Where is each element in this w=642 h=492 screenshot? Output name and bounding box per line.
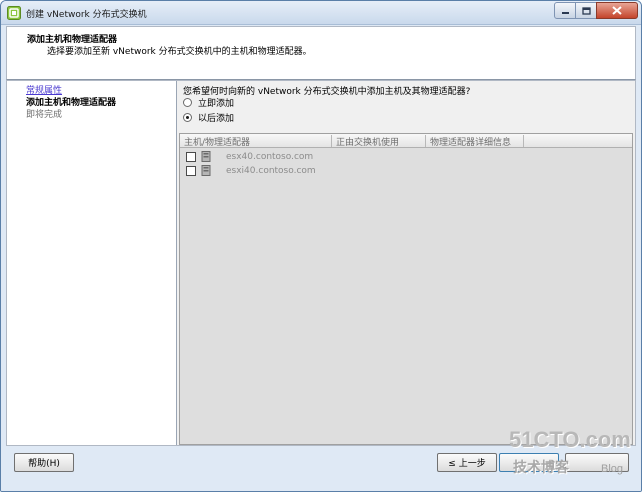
next-button[interactable] [499, 453, 559, 472]
server-icon [201, 165, 211, 176]
host-checkbox[interactable] [186, 151, 196, 162]
minimize-icon [561, 11, 569, 14]
wizard-body: 常规属性 添加主机和物理适配器 即将完成 您希望何时向新的 vNetwork 分… [6, 80, 636, 446]
cancel-button[interactable] [565, 453, 629, 472]
grid-header: 主机/物理适配器 正由交换机使用 物理适配器详细信息 [180, 134, 632, 148]
table-row[interactable]: esxi40.contoso.com [186, 165, 316, 176]
minimize-button[interactable] [554, 2, 576, 19]
wizard-footer: 帮助(H) ≤ 上一步 [1, 447, 641, 491]
host-checkbox[interactable] [186, 165, 196, 176]
radio-button-selected-icon[interactable] [183, 113, 192, 122]
radio-button-icon[interactable] [183, 98, 192, 107]
column-header-in-use[interactable]: 正由交换机使用 [332, 135, 426, 148]
table-row[interactable]: esx40.contoso.com [186, 151, 313, 162]
radio-add-now-label: 立即添加 [198, 99, 235, 109]
nav-step-ready-to-complete: 即将完成 [26, 110, 63, 120]
wizard-header: 添加主机和物理适配器 选择要添加至新 vNetwork 分布式交换机中的主机和物… [6, 26, 636, 80]
maximize-icon [581, 6, 591, 15]
help-button[interactable]: 帮助(H) [14, 453, 74, 472]
radio-add-now[interactable]: 立即添加 [183, 96, 234, 109]
wizard-steps-nav: 常规属性 添加主机和物理适配器 即将完成 [7, 81, 177, 445]
close-button[interactable] [596, 2, 638, 19]
radio-add-later[interactable]: 以后添加 [183, 111, 234, 124]
maximize-button[interactable] [575, 2, 597, 19]
title-bar[interactable]: 创建 vNetwork 分布式交换机 [1, 1, 641, 25]
dialog-window: 创建 vNetwork 分布式交换机 添加主机和物理适配器 选择要添加至新 vN… [0, 0, 642, 492]
step-content: 您希望何时向新的 vNetwork 分布式交换机中添加主机及其物理适配器? 立即… [178, 81, 635, 445]
radio-add-later-label: 以后添加 [198, 114, 235, 124]
column-header-adapter-details[interactable]: 物理适配器详细信息 [426, 135, 524, 148]
column-header-host[interactable]: 主机/物理适配器 [180, 135, 332, 148]
vmware-logo-icon [7, 6, 21, 20]
host-name: esxi40.contoso.com [226, 165, 316, 176]
hosts-adapters-grid: 主机/物理适配器 正由交换机使用 物理适配器详细信息 esx40.contoso… [179, 133, 633, 445]
server-icon [201, 151, 211, 162]
window-title: 创建 vNetwork 分布式交换机 [26, 10, 147, 20]
close-icon [612, 6, 622, 15]
page-subtitle: 选择要添加至新 vNetwork 分布式交换机中的主机和物理适配器。 [47, 47, 312, 57]
back-button[interactable]: ≤ 上一步 [437, 453, 497, 472]
host-name: esx40.contoso.com [226, 151, 314, 162]
